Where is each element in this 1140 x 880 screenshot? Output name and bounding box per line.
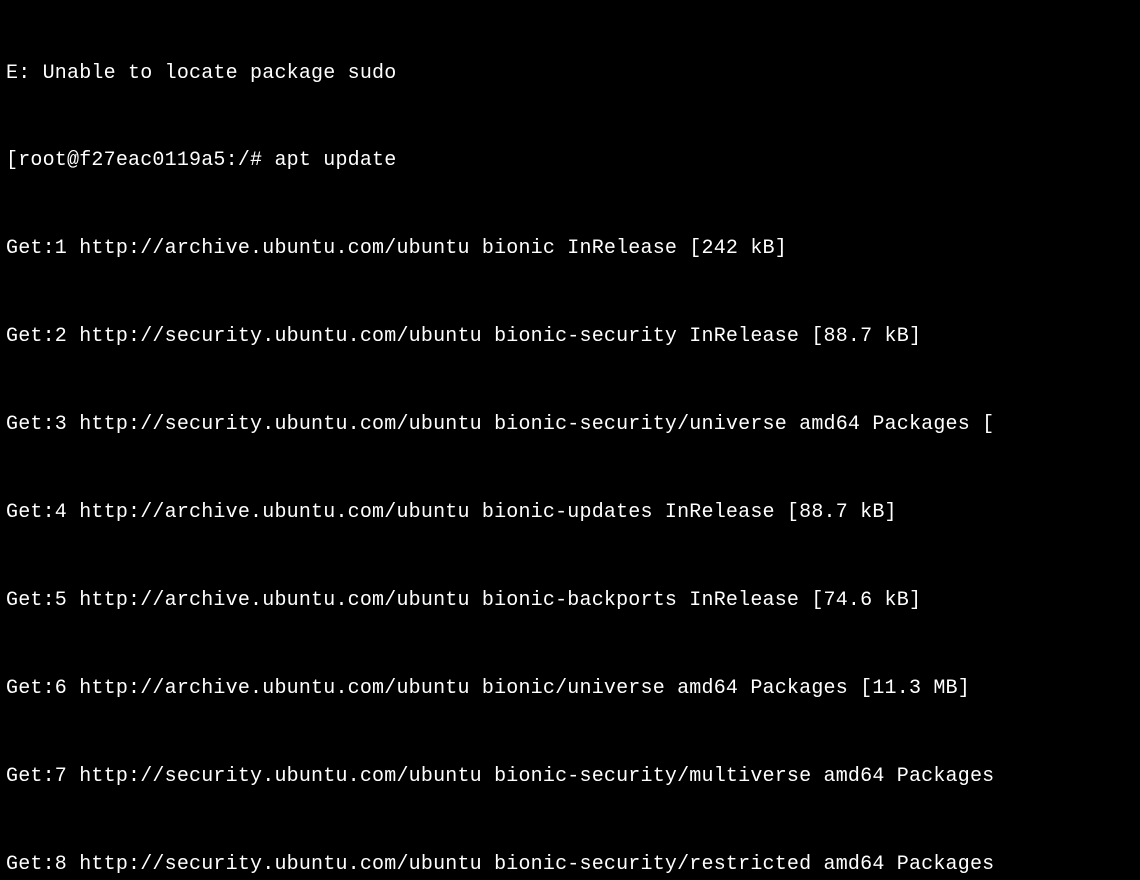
terminal-line: Get:4 http://archive.ubuntu.com/ubuntu b… xyxy=(6,498,1140,527)
terminal-line: Get:6 http://archive.ubuntu.com/ubuntu b… xyxy=(6,674,1140,703)
terminal-line: [root@f27eac0119a5:/# apt update xyxy=(6,146,1140,175)
terminal-line: Get:3 http://security.ubuntu.com/ubuntu … xyxy=(6,410,1140,439)
terminal-line: Get:1 http://archive.ubuntu.com/ubuntu b… xyxy=(6,234,1140,263)
terminal-line: E: Unable to locate package sudo xyxy=(6,59,1140,88)
terminal-line: Get:8 http://security.ubuntu.com/ubuntu … xyxy=(6,850,1140,879)
terminal-line: Get:2 http://security.ubuntu.com/ubuntu … xyxy=(6,322,1140,351)
terminal-line: Get:5 http://archive.ubuntu.com/ubuntu b… xyxy=(6,586,1140,615)
terminal-line: Get:7 http://security.ubuntu.com/ubuntu … xyxy=(6,762,1140,791)
terminal-output[interactable]: E: Unable to locate package sudo [root@f… xyxy=(0,0,1140,880)
